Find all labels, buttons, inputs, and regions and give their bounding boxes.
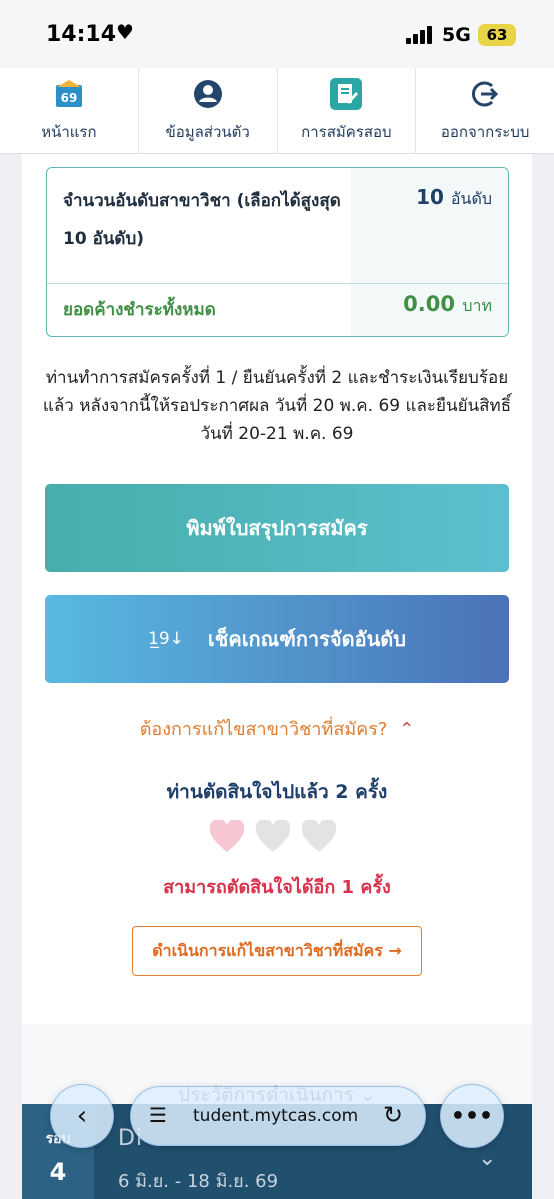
more-icon: ••• <box>450 1103 494 1129</box>
print-summary-label: พิมพ์ใบสรุปการสมัคร <box>186 516 368 540</box>
rank-count-value: 10 อันดับ <box>416 185 492 209</box>
sort-order-icon: 1̲9↓ <box>148 629 184 649</box>
reader-icon[interactable]: ☰ <box>149 1103 167 1127</box>
nav-home-label: หน้าแรก <box>41 123 97 141</box>
rank-count-label: จำนวนอันดับสาขาวิชา (เลือกได้สูงสุด 10 อ… <box>63 191 341 249</box>
reload-icon[interactable]: ↻ <box>383 1101 403 1129</box>
logout-icon <box>469 78 501 110</box>
balance-value: 0.00 บาท <box>403 292 492 316</box>
edit-application-button[interactable]: ดำเนินการแก้ไขสาขาวิชาที่สมัคร → <box>132 926 422 976</box>
svg-text:69: 69 <box>61 91 78 105</box>
user-icon <box>192 78 224 110</box>
nav-logout-label: ออกจากระบบ <box>440 123 530 141</box>
balance-label: ยอดค้างชำระทั้งหมด <box>63 300 216 320</box>
decision-hearts <box>209 820 349 860</box>
round-date: 6 มิ.ย. - 18 มิ.ย. 69 <box>118 1171 279 1192</box>
nav-register-label: การสมัครสอบ <box>301 123 392 141</box>
edit-toggle[interactable]: ต้องการแก้ไขสาขาวิชาที่สมัคร? ⌃ <box>22 714 532 743</box>
round-number: 4 <box>49 1158 67 1186</box>
print-summary-button[interactable]: พิมพ์ใบสรุปการสมัคร <box>45 484 509 572</box>
check-ranking-criteria-button[interactable]: 1̲9↓ เช็คเกณฑ์การจัดอันดับ <box>45 595 509 683</box>
signal-icon <box>406 26 434 44</box>
application-summary-card: จำนวนอันดับสาขาวิชา (เลือกได้สูงสุด 10 อ… <box>22 154 532 1024</box>
status-time: 14:14 <box>46 22 117 47</box>
browser-back-button[interactable]: ‹ <box>50 1084 114 1148</box>
heart-empty-icon <box>255 820 291 852</box>
browser-more-button[interactable]: ••• <box>440 1084 504 1148</box>
edit-application-label: ดำเนินการแก้ไขสาขาวิชาที่สมัคร → <box>152 940 402 960</box>
decisions-made-text: ท่านตัดสินใจไปแล้ว 2 ครั้ง <box>166 781 388 803</box>
check-ranking-label: เช็คเกณฑ์การจัดอันดับ <box>207 627 406 651</box>
chevron-down-icon[interactable]: ⌄ <box>478 1146 496 1171</box>
nav-profile[interactable]: ข้อมูลส่วนตัว <box>139 68 278 153</box>
register-exam-icon <box>330 78 363 110</box>
status-notice: ท่านทำการสมัครครั้งที่ 1 / ยืนยันครั้งที… <box>42 368 512 444</box>
edit-question: ต้องการแก้ไขสาขาวิชาที่สมัคร? <box>139 719 388 740</box>
network-type: 5G <box>442 24 471 46</box>
top-nav: 69 หน้าแรก ข้อมูลส่วนตัว การสมัครสอบ ออก… <box>0 68 554 154</box>
nav-home[interactable]: 69 หน้าแรก <box>0 68 139 153</box>
heart-filled-icon <box>209 820 245 852</box>
nav-profile-label: ข้อมูลส่วนตัว <box>165 123 250 141</box>
decisions-remaining-text: สามารถตัดสินใจได้อีก 1 ครั้ง <box>163 877 391 898</box>
home-69-icon: 69 <box>53 78 85 110</box>
heart-empty-icon <box>301 820 337 852</box>
url-text: tudent.mytcas.com <box>193 1106 359 1126</box>
nav-logout[interactable]: ออกจากระบบ <box>416 68 554 153</box>
chevron-up-icon: ⌃ <box>399 719 415 740</box>
heart-icon: ♥ <box>116 20 134 44</box>
nav-register[interactable]: การสมัครสอบ <box>278 68 417 153</box>
summary-table: จำนวนอันดับสาขาวิชา (เลือกได้สูงสุด 10 อ… <box>46 167 509 337</box>
battery-indicator: 63 <box>478 24 516 46</box>
status-bar: 14:14 ♥ 5G 63 <box>0 0 554 68</box>
back-icon: ‹ <box>76 1101 88 1131</box>
browser-url-bar[interactable]: ☰ tudent.mytcas.com ↻ <box>130 1086 426 1146</box>
